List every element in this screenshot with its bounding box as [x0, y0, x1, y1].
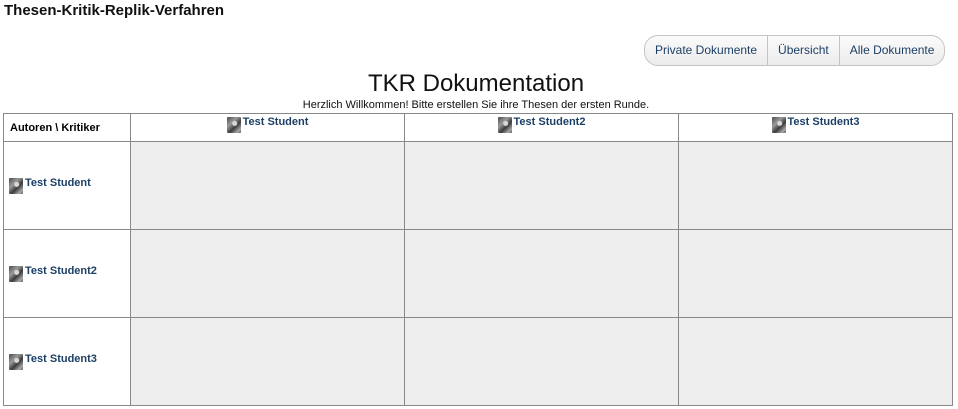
welcome-message: Herzlich Willkommen! Bitte erstellen Sie… [302, 99, 650, 111]
critic-name: Test Student3 [787, 116, 860, 128]
author-row-header: Test Student [3, 141, 131, 230]
critic-column-header: Test Student3 [678, 113, 953, 142]
author-row-header: Test Student3 [3, 317, 131, 406]
matrix-row: Test Student [3, 141, 953, 230]
matrix-cell[interactable] [678, 317, 953, 406]
critic-name: Test Student2 [513, 116, 586, 128]
user-avatar-icon [9, 266, 23, 282]
user-avatar-icon [226, 117, 241, 133]
app-title: Thesen-Kritik-Replik-Verfahren [4, 2, 225, 19]
critic-link-test-student[interactable]: Test Student [226, 114, 309, 133]
overview-button[interactable]: Übersicht [767, 36, 839, 65]
private-documents-button[interactable]: Private Dokumente [645, 36, 767, 65]
author-link-test-student2[interactable]: Test Student2 [9, 263, 97, 282]
author-link-test-student[interactable]: Test Student [9, 175, 91, 194]
user-avatar-icon [9, 178, 23, 194]
page-title: TKR Dokumentation [367, 70, 585, 97]
author-row-header: Test Student2 [3, 229, 131, 318]
nav-button-group: Private Dokumente Übersicht Alle Dokumen… [644, 35, 946, 66]
author-name: Test Student3 [25, 353, 97, 365]
author-name: Test Student2 [25, 265, 97, 277]
critic-name: Test Student [242, 116, 309, 128]
critic-column-header: Test Student [130, 113, 405, 142]
critic-link-test-student3[interactable]: Test Student3 [771, 114, 860, 133]
user-avatar-icon [9, 354, 23, 370]
matrix-cell[interactable] [678, 141, 953, 230]
author-name: Test Student [25, 177, 91, 189]
matrix-cell[interactable] [404, 229, 679, 318]
matrix-cell[interactable] [404, 317, 679, 406]
all-documents-button[interactable]: Alle Dokumente [838, 36, 945, 65]
matrix-cell[interactable] [130, 229, 405, 318]
tkr-matrix: Autoren \ Kritiker Test Student Test Stu… [3, 113, 953, 406]
matrix-cell[interactable] [130, 317, 405, 406]
matrix-row: Test Student2 [3, 229, 953, 318]
user-avatar-icon [497, 117, 512, 133]
user-avatar-icon [771, 117, 786, 133]
matrix-row: Test Student3 [3, 317, 953, 406]
critic-link-test-student2[interactable]: Test Student2 [497, 114, 586, 133]
matrix-corner-label: Autoren \ Kritiker [3, 113, 131, 142]
matrix-cell[interactable] [404, 141, 679, 230]
matrix-cell[interactable] [678, 229, 953, 318]
matrix-header-row: Autoren \ Kritiker Test Student Test Stu… [3, 113, 953, 142]
matrix-cell[interactable] [130, 141, 405, 230]
author-link-test-student3[interactable]: Test Student3 [9, 351, 97, 370]
critic-column-header: Test Student2 [404, 113, 679, 142]
